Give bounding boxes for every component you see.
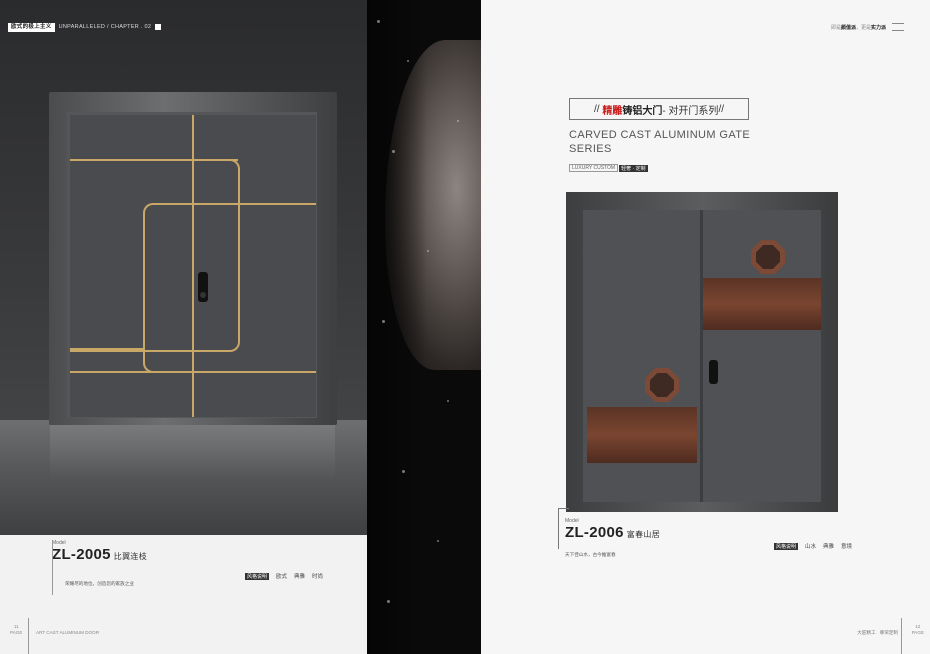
style-item: 典雅 [823,544,835,550]
water-drop [402,470,405,473]
smart-lock-icon [709,360,718,384]
smart-lock-icon [198,272,208,302]
divider [28,618,29,654]
water-drop [392,150,395,153]
water-drop [387,600,390,603]
series-title: // 精雕 铸铝大门 - 对开门系列 // [569,98,749,120]
door-center-divider [700,210,703,502]
model-caption: 天下佳山水，古今推富春 [565,552,616,557]
style-label: 风格说明 [774,542,799,550]
model-number: ZL-2006 [565,524,624,541]
style-item: 时尚 [312,574,324,580]
gold-inlay-frame [143,203,315,373]
luxury-custom-tag: LUXURY CUSTOM 轻奢 · 定制 [569,164,648,172]
floor-reflection [50,420,335,480]
chapter-tag-label: 欧式的极上主义 [8,22,55,32]
copper-landscape-panel [587,407,697,463]
left-page: 欧式的极上主义 UNPARALLELED / CHAPTER . 02 Mode… [0,0,367,654]
footer-text: ART CAST ALUMINUM DOOR [36,630,100,635]
model-number: ZL-2005 [52,546,111,563]
water-drop [377,20,380,23]
style-list: 风格说明 山水 典雅 意境 [774,542,852,550]
right-page: 即是颜值派，更是实力派 // 精雕 铸铝大门 - 对开门系列 // CARVED … [481,0,930,654]
water-drop [407,60,409,62]
portrait-photo [367,0,481,654]
style-label: 风格说明 [245,572,270,580]
water-drop [427,250,429,252]
divider [901,618,902,654]
page-number: 11 PAGE [10,624,23,635]
chapter-tag-text: UNPARALLELED / CHAPTER . 02 [58,24,152,30]
series-title-en: CARVED CAST ALUMINUM GATE SERIES [569,129,751,155]
lock-knob [200,292,206,298]
menu-lines-icon [892,23,904,31]
style-item: 意境 [841,544,853,550]
model-block-zl2005: Model ZL-2005 比翼连枝 [52,540,147,563]
style-item: 典雅 [294,574,306,580]
divider [52,540,53,595]
water-drop [447,400,449,402]
page-number: 12 PAGE [911,624,924,635]
chapter-tag: 欧式的极上主义 UNPARALLELED / CHAPTER . 02 [8,22,162,32]
model-block-zl2006: Model ZL-2006 富春山居 [565,518,660,541]
slogan-top: 即是颜值派，更是实力派 [831,23,904,31]
model-caption: 荣耀尽的地位，创造您的家族之业 [65,581,134,586]
style-item: 山水 [805,544,817,550]
model-name: 富春山居 [626,530,660,539]
octagon-ornament-icon [751,240,785,274]
style-list: 风格说明 欧式 典雅 时尚 [245,572,323,580]
model-name: 比翼连枝 [113,552,147,561]
photo-shadow [367,0,427,654]
footer-items: 大匠精工 尊荣定制 [857,630,898,635]
door-zl2005 [70,115,316,417]
style-item: 欧式 [276,574,288,580]
water-drop [382,320,385,323]
copper-landscape-panel [703,278,821,330]
octagon-ornament-icon [645,368,679,402]
square-icon [155,24,162,30]
water-drop [457,120,459,122]
water-drop [437,540,439,542]
